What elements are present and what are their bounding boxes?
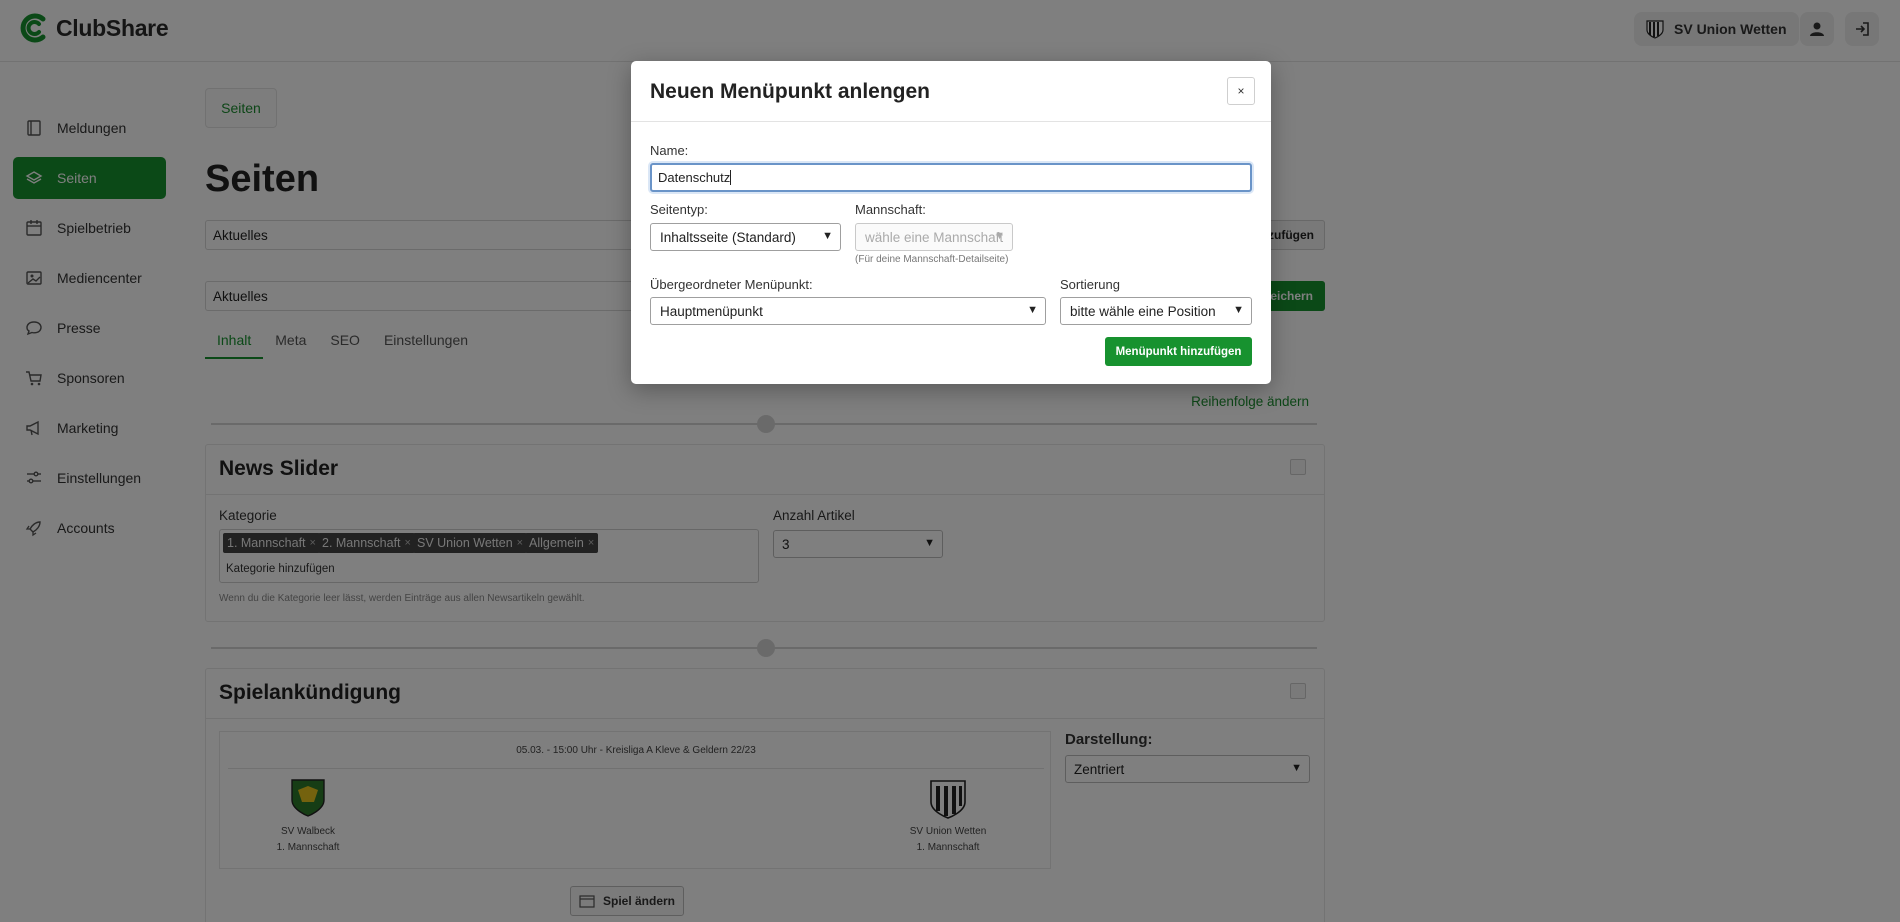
- new-menu-item-modal: Neuen Menüpunkt anlengen × Name: Datensc…: [631, 61, 1271, 384]
- parent-item-value: Hauptmenüpunkt: [660, 303, 763, 319]
- chevron-down-icon: ▼: [994, 230, 1005, 242]
- page-type-value: Inhaltsseite (Standard): [660, 229, 796, 245]
- team-placeholder: wähle eine Mannschaft: [865, 229, 1004, 245]
- parent-item-label: Übergeordneter Menüpunkt:: [650, 277, 813, 292]
- modal-title: Neuen Menüpunkt anlengen: [650, 80, 931, 103]
- name-field[interactable]: Datenschutz: [650, 163, 1252, 192]
- page-type-select[interactable]: Inhaltsseite (Standard) ▼: [650, 223, 841, 251]
- chevron-down-icon: ▼: [1027, 304, 1038, 316]
- team-label: Mannschaft:: [855, 202, 926, 217]
- text-cursor: [730, 170, 732, 185]
- team-hint: (Für deine Mannschaft-Detailseite): [855, 254, 1009, 265]
- sort-label: Sortierung: [1060, 277, 1120, 292]
- close-button[interactable]: ×: [1227, 77, 1255, 105]
- close-icon: ×: [1237, 84, 1245, 98]
- modal-header: Neuen Menüpunkt anlengen ×: [631, 61, 1271, 122]
- team-select[interactable]: wähle eine Mannschaft ▼: [855, 223, 1013, 251]
- parent-item-select[interactable]: Hauptmenüpunkt ▼: [650, 297, 1046, 325]
- add-menu-item-button[interactable]: Menüpunkt hinzufügen: [1105, 337, 1252, 366]
- name-label: Name:: [650, 143, 689, 158]
- chevron-down-icon: ▼: [1233, 304, 1244, 316]
- sort-select[interactable]: bitte wähle eine Position ▼: [1060, 297, 1252, 325]
- chevron-down-icon: ▼: [822, 230, 833, 242]
- name-value: Datenschutz: [658, 170, 731, 185]
- sort-value: bitte wähle eine Position: [1070, 303, 1216, 319]
- page-type-label: Seitentyp:: [650, 202, 708, 217]
